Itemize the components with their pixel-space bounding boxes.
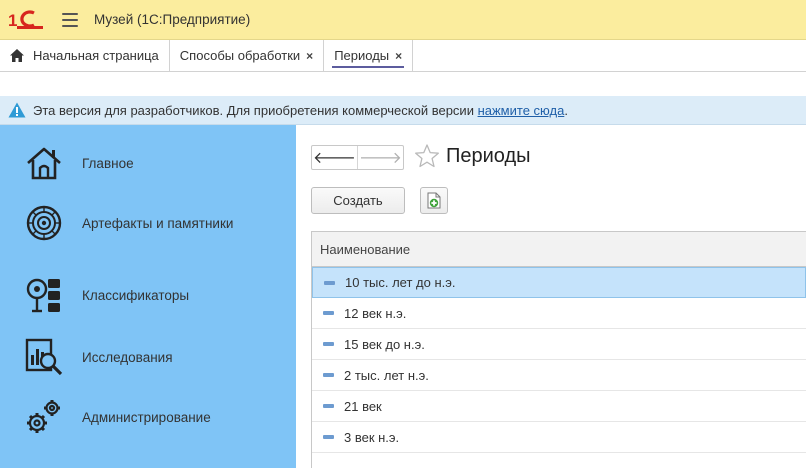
sidebar-item-label: Администрирование xyxy=(82,409,211,425)
table-row[interactable]: 15 век до н.э. xyxy=(312,329,806,360)
table-row[interactable]: 2 тыс. лет н.э. xyxy=(312,360,806,391)
table-row[interactable]: 21 век xyxy=(312,391,806,422)
tab-label: Начальная страница xyxy=(33,48,159,63)
new-document-icon xyxy=(427,192,441,209)
home-icon xyxy=(27,147,61,180)
developer-notice: Эта версия для разработчиков. Для приобр… xyxy=(0,96,806,125)
sidebar: Главное Артефакты и памятники Классифика… xyxy=(0,125,296,468)
sidebar-item-label: Исследования xyxy=(82,349,173,365)
close-icon[interactable]: × xyxy=(395,49,402,63)
spacer xyxy=(0,72,806,96)
forward-arrow-icon[interactable]: 🡒 xyxy=(358,146,403,169)
item-marker-icon xyxy=(324,280,335,285)
tab-label: Способы обработки xyxy=(179,48,301,63)
sidebar-item-label: Артефакты и памятники xyxy=(82,215,234,231)
table-row[interactable]: 10 тыс. лет до н.э. xyxy=(312,267,806,298)
sidebar-item-administration[interactable]: Администрирование xyxy=(0,387,296,447)
purchase-link[interactable]: нажмите сюда xyxy=(478,103,565,118)
title-bar: 1 Музей (1С:Предприятие) xyxy=(0,0,806,40)
navigation-buttons: 🡐 🡒 xyxy=(311,145,404,170)
tab-processing-methods[interactable]: Способы обработки × xyxy=(170,40,325,71)
app-title: Музей (1С:Предприятие) xyxy=(94,12,251,27)
row-name: 12 век н.э. xyxy=(344,305,407,321)
favorite-star-icon[interactable] xyxy=(414,143,440,169)
table-row[interactable]: 12 век н.э. xyxy=(312,298,806,329)
row-name: 21 век xyxy=(344,398,382,414)
main-menu-icon[interactable] xyxy=(62,12,78,27)
tab-label: Периоды xyxy=(334,48,390,63)
gears-icon xyxy=(27,400,60,433)
item-marker-icon xyxy=(323,373,334,377)
create-copy-button[interactable] xyxy=(420,187,448,214)
research-icon xyxy=(25,338,63,376)
item-marker-icon xyxy=(323,311,334,315)
periods-table: Наименование 10 тыс. лет до н.э. 12 век … xyxy=(311,231,806,468)
tab-home[interactable]: Начальная страница xyxy=(0,40,170,71)
item-marker-icon xyxy=(323,435,334,439)
sidebar-item-label: Классификаторы xyxy=(82,287,190,303)
tabs-bar: Начальная страница Способы обработки × П… xyxy=(0,40,806,72)
1c-logo-icon[interactable]: 1 xyxy=(8,9,48,31)
home-icon xyxy=(10,49,24,62)
tab-periods[interactable]: Периоды × xyxy=(324,40,414,71)
warning-icon xyxy=(8,102,26,118)
page-title: Периоды xyxy=(446,145,531,167)
sidebar-item-classifiers[interactable]: Классификаторы xyxy=(0,265,296,325)
item-marker-icon xyxy=(323,342,334,346)
classifier-icon xyxy=(26,278,60,313)
svg-text:1: 1 xyxy=(8,11,17,30)
back-arrow-icon[interactable]: 🡐 xyxy=(312,146,358,169)
sidebar-item-label: Главное xyxy=(82,155,134,171)
table-row[interactable]: 3 век н.э. xyxy=(312,422,806,453)
notice-text: Эта версия для разработчиков. Для приобр… xyxy=(33,102,568,118)
sidebar-item-research[interactable]: Исследования xyxy=(0,327,296,387)
row-name: 10 тыс. лет до н.э. xyxy=(345,275,456,290)
row-name: 2 тыс. лет н.э. xyxy=(344,367,429,383)
rosette-icon xyxy=(26,205,62,241)
row-name: 3 век н.э. xyxy=(344,429,400,445)
item-marker-icon xyxy=(323,404,334,408)
column-header-name[interactable]: Наименование xyxy=(312,232,806,267)
main-content: 🡐 🡒 Периоды Создать Наименование 10 тыс.… xyxy=(296,125,806,468)
row-name: 15 век до н.э. xyxy=(344,336,425,352)
create-button[interactable]: Создать xyxy=(311,187,405,214)
close-icon[interactable]: × xyxy=(306,49,313,63)
sidebar-item-main[interactable]: Главное xyxy=(0,133,296,193)
sidebar-item-artifacts[interactable]: Артефакты и памятники xyxy=(0,193,296,253)
